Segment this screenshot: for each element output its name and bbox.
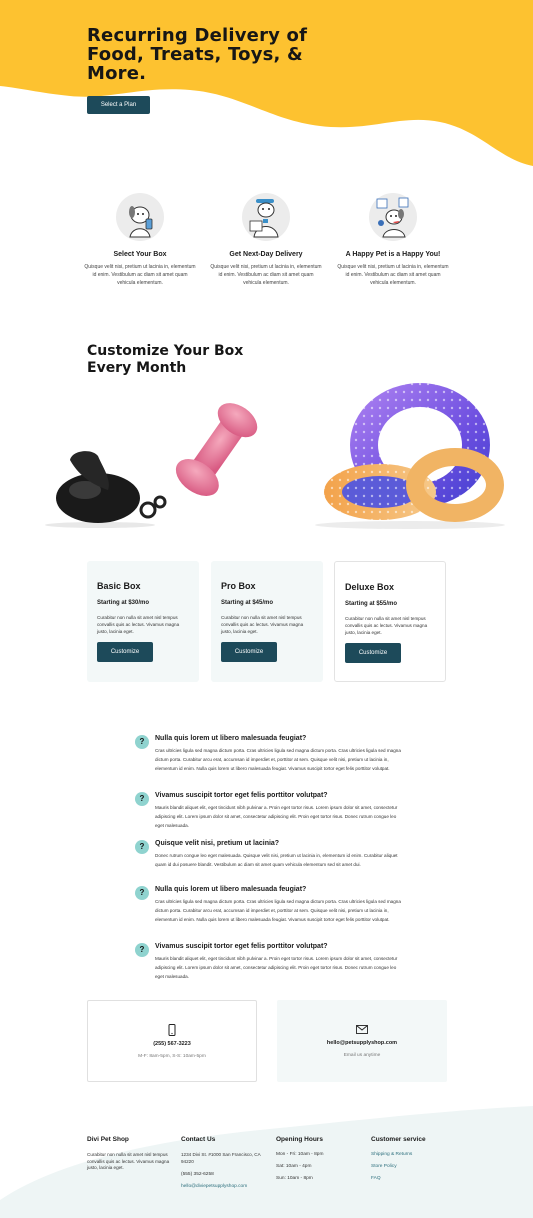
footer-link-shipping[interactable]: Shipping & Returns (371, 1152, 461, 1157)
phone-icon (88, 1021, 256, 1036)
pet-toys-image (45, 383, 505, 529)
phone-number: (255) 567-3223 (153, 1041, 191, 1047)
question-mark-icon: ? (135, 735, 149, 749)
contact-email-card[interactable]: hello@petsupplyshop.com Email us anytime (277, 1000, 447, 1082)
footer-service-column: Customer service Shipping & Returns Stor… (371, 1136, 461, 1181)
plan-description: Curabitur non nulla sit amet nisl tempus… (345, 616, 428, 635)
footer-hours-title: Opening Hours (276, 1136, 323, 1143)
customize-button[interactable]: Customize (221, 642, 277, 662)
footer-hours-line: Sat: 10am - 4pm (276, 1164, 312, 1169)
plan-price: Starting at $45/mo (221, 600, 274, 606)
footer-contact-title: Contact Us (181, 1136, 216, 1143)
plan-card-pro: Pro Box Starting at $45/mo Curabitur non… (211, 561, 323, 682)
dog-phone-illustration (116, 193, 164, 241)
feature-title: Select Your Box (113, 251, 167, 258)
footer-link-store-policy[interactable]: Store Policy (371, 1164, 461, 1169)
faq-question: Nulla quis lorem ut libero malesuada feu… (155, 886, 307, 893)
plan-description: Curabitur non nulla sit amet nisl tempus… (97, 615, 180, 634)
feature-title: Get Next-Day Delivery (229, 251, 303, 258)
footer-brand-text: Curabitur non nulla sit amet nisl tempus… (87, 1152, 170, 1170)
faq-answer: Cras ultricies ligula sed magna dictum p… (155, 748, 401, 771)
email-sub: Email us anytime (343, 1053, 381, 1058)
faq-item[interactable]: ? Quisque velit nisi, pretium ut lacinia… (135, 840, 405, 869)
select-plan-button[interactable]: Select a Plan (87, 96, 150, 114)
plan-name: Deluxe Box (345, 582, 395, 592)
footer-brand-column: Divi Pet Shop Curabitur non nulla sit am… (87, 1136, 177, 1172)
hero-title: Recurring Delivery of Food, Treats, Toys… (87, 25, 308, 84)
customize-button[interactable]: Customize (345, 643, 401, 663)
footer-contact-column: Contact Us 1234 Divi St. #1000 San Franc… (181, 1136, 271, 1189)
feature-title: A Happy Pet is a Happy You! (345, 251, 441, 258)
plan-name: Basic Box (97, 581, 141, 591)
question-mark-icon: ? (135, 840, 149, 854)
faq-answer: Donec rutrum congue leo eget malesuada. … (155, 853, 398, 867)
question-mark-icon: ? (135, 792, 149, 806)
plan-price: Starting at $30/mo (97, 600, 150, 606)
envelope-icon (277, 1020, 447, 1034)
footer-phone: (555) 352-6258 (181, 1172, 214, 1177)
feature-select-box: Select Your Box Quisque velit nisi, pret… (84, 193, 196, 287)
faq-item[interactable]: ? Nulla quis lorem ut libero malesuada f… (135, 886, 405, 924)
footer-brand-title: Divi Pet Shop (87, 1136, 129, 1143)
faq-answer: Mauris blandit aliquet elit, eget tincid… (155, 956, 398, 979)
feature-happy-pet: A Happy Pet is a Happy You! Quisque veli… (337, 193, 449, 287)
contact-phone-card[interactable]: (255) 567-3223 M-F: 8am-5pm, S-S: 10am-5… (87, 1000, 257, 1082)
faq-question: Vivamus suscipit tortor eget felis portt… (155, 792, 328, 799)
customize-button[interactable]: Customize (97, 642, 153, 662)
footer-hours-column: Opening Hours Mon - Fri: 10am - 8pm Sat:… (276, 1136, 366, 1181)
faq-question: Nulla quis lorem ut libero malesuada feu… (155, 735, 307, 742)
dog-delivery-illustration (242, 193, 290, 241)
footer-email-link[interactable]: hello@diviepetsupplyshop.com (181, 1184, 271, 1189)
footer-hours-line: Sun: 10am - 8pm (276, 1176, 313, 1181)
plan-card-basic: Basic Box Starting at $30/mo Curabitur n… (87, 561, 199, 682)
question-mark-icon: ? (135, 886, 149, 900)
customize-title: Customize Your Box Every Month (87, 343, 244, 376)
hero-section: Recurring Delivery of Food, Treats, Toys… (0, 0, 533, 170)
faq-answer: Cras ultricies ligula sed magna dictum p… (155, 899, 401, 922)
footer-address: 1234 Divi St. #1000 San Francisco, CA 94… (181, 1152, 261, 1164)
plan-description: Curabitur non nulla sit amet nisl tempus… (221, 615, 304, 634)
faq-answer: Mauris blandit aliquet elit, eget tincid… (155, 805, 398, 828)
happy-dog-toys-illustration (369, 193, 417, 241)
faq-item[interactable]: ? Nulla quis lorem ut libero malesuada f… (135, 735, 405, 773)
email-address: hello@petsupplyshop.com (326, 1040, 398, 1046)
plan-name: Pro Box (221, 581, 256, 591)
plan-card-deluxe: Deluxe Box Starting at $55/mo Curabitur … (334, 561, 446, 682)
faq-question: Vivamus suscipit tortor eget felis portt… (155, 943, 328, 950)
faq-question: Quisque velit nisi, pretium ut lacinia? (155, 840, 280, 847)
phone-hours: M-F: 8am-5pm, S-S: 10am-5pm (138, 1054, 206, 1059)
plan-price: Starting at $55/mo (345, 601, 398, 607)
feature-text: Quisque velit nisi, pretium ut lacinia i… (210, 264, 322, 286)
footer-service-title: Customer service (371, 1136, 426, 1143)
faq-item[interactable]: ? Vivamus suscipit tortor eget felis por… (135, 943, 405, 981)
feature-text: Quisque velit nisi, pretium ut lacinia i… (337, 264, 449, 286)
feature-next-day-delivery: Get Next-Day Delivery Quisque velit nisi… (210, 193, 322, 287)
feature-text: Quisque velit nisi, pretium ut lacinia i… (84, 264, 196, 286)
footer-link-faq[interactable]: FAQ (371, 1176, 461, 1181)
footer-hours-line: Mon - Fri: 10am - 8pm (276, 1152, 324, 1157)
faq-item[interactable]: ? Vivamus suscipit tortor eget felis por… (135, 792, 405, 830)
question-mark-icon: ? (135, 943, 149, 957)
